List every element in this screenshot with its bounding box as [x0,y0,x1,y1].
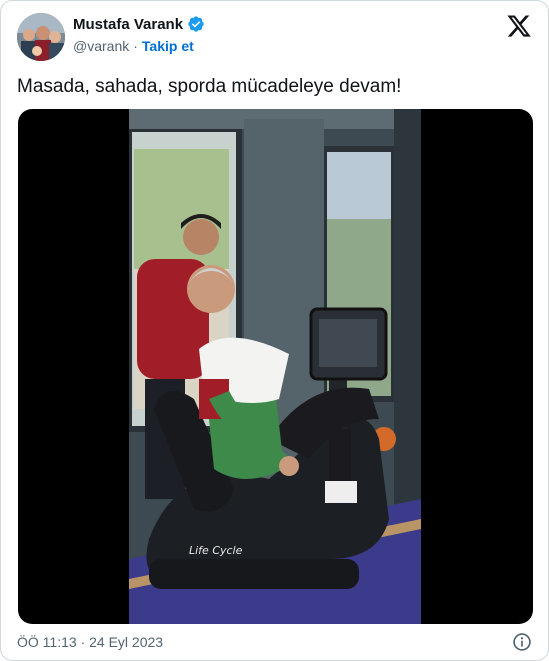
tweet-text: Masada, sahada, sporda mücadeleye devam! [17,76,402,97]
tweet-media[interactable]: Life Cycle [18,109,533,624]
separator-dot: · [133,38,138,54]
avatar[interactable] [17,13,65,61]
author-display-name[interactable]: Mustafa Varank [73,16,183,33]
bike-brand-label: Life Cycle [189,544,243,557]
x-logo-icon[interactable] [506,13,532,39]
tweet-timestamp[interactable]: ÖÖ 11:13 · 24 Eyl 2023 [17,634,163,650]
author-handle-row: @varank · Takip et [73,38,194,54]
author-handle[interactable]: @varank [73,38,129,54]
tweet-card: Mustafa Varank @varank · Takip et Masada… [0,0,549,661]
follow-button[interactable]: Takip et [142,38,194,54]
verified-badge-icon [187,15,205,33]
info-icon[interactable] [512,632,532,652]
video-frame[interactable]: Life Cycle [129,109,421,624]
author-name-row[interactable]: Mustafa Varank [73,15,205,33]
